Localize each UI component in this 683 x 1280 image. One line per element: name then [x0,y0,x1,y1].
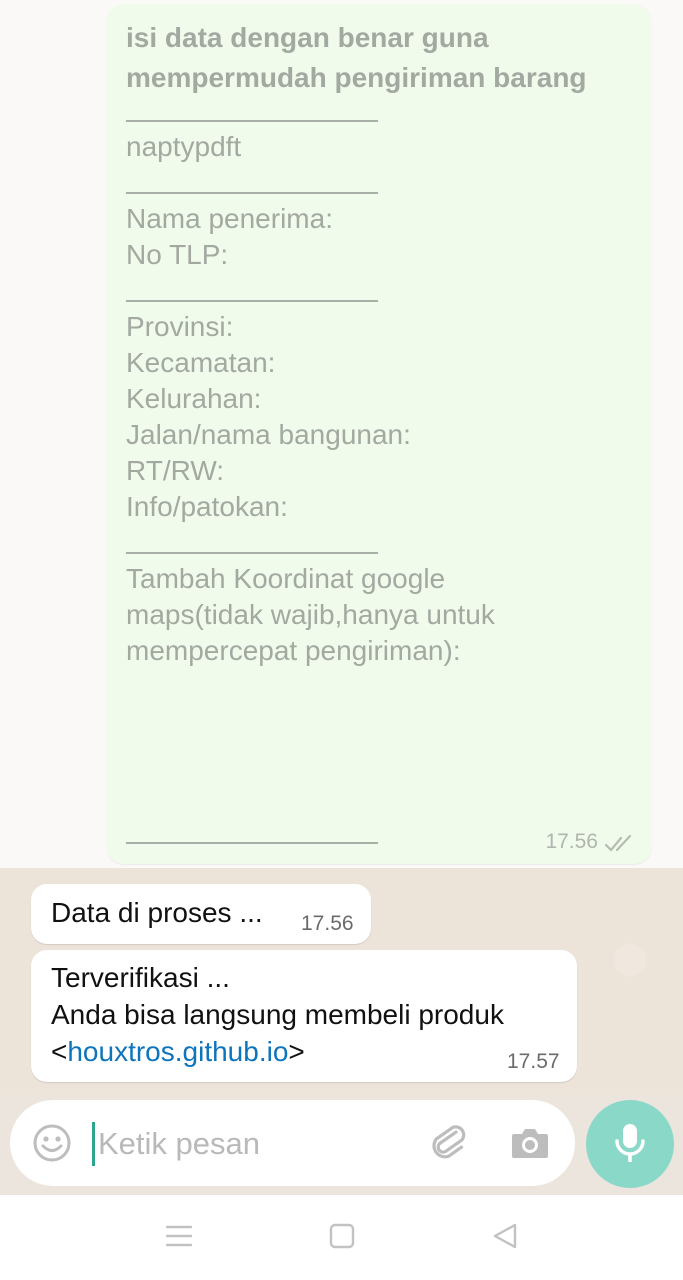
message-line-1: Terverifikasi ... [51,962,230,993]
district-label: Kecamatan: [126,347,276,378]
header-line-2: mempermudah pengiriman barang [126,62,587,93]
bracket-close: > [288,1036,305,1067]
recipient-name-label: Nama penerima: [126,203,333,234]
mic-icon [615,1124,645,1162]
divider [126,300,378,302]
home-icon[interactable] [329,1221,355,1251]
province-label: Provinsi: [126,311,234,342]
rtrw-label: RT/RW: [126,455,225,486]
coords-line-2: maps(tidak wajib,hanya untuk [126,599,495,630]
message-composer[interactable]: Ketik pesan [10,1100,575,1186]
street-label: Jalan/nama bangunan: [126,419,411,450]
message-line-2: Anda bisa langsung membeli produk [51,999,504,1030]
outgoing-message-bubble[interactable]: isi data dengan benar guna mempermudah p… [106,4,652,864]
divider [126,842,378,844]
system-navigation-bar [0,1195,683,1280]
divider [126,192,378,194]
message-link-line: <houxtros.github.io> [51,1033,305,1070]
message-time: 17.56 [301,912,354,935]
back-icon[interactable] [492,1221,518,1251]
phone-label: No TLP: [126,239,229,270]
subdistrict-label: Kelurahan: [126,383,262,414]
text-cursor [92,1122,95,1166]
coords-line-1: Tambah Koordinat google [126,563,446,594]
bracket-open: < [51,1036,68,1067]
camera-icon[interactable] [510,1124,550,1162]
menu-icon[interactable] [166,1221,192,1251]
chat-area[interactable]: isi data dengan benar guna mempermudah p… [0,0,683,1095]
header-line-1: isi data dengan benar guna [126,22,489,53]
message-time: 17.57 [507,1050,560,1073]
incoming-message-bubble[interactable]: Data di proses ... 17.56 [31,884,371,944]
message-text: Data di proses ... [51,897,263,928]
info-label: Info/patokan: [126,491,288,522]
message-input[interactable]: Ketik pesan [98,1124,260,1164]
code-text: naptypdft [126,131,242,162]
double-check-icon [604,834,632,852]
mic-button[interactable] [586,1100,674,1188]
attach-icon[interactable] [428,1122,470,1164]
incoming-message-bubble[interactable]: Terverifikasi ... Anda bisa langsung mem… [31,950,577,1082]
coords-line-3: mempercepat pengiriman): [126,635,461,666]
divider [126,120,378,122]
emoji-icon[interactable] [32,1123,72,1163]
message-time: 17.56 [545,830,598,853]
message-link[interactable]: houxtros.github.io [67,1036,288,1067]
divider [126,552,378,554]
